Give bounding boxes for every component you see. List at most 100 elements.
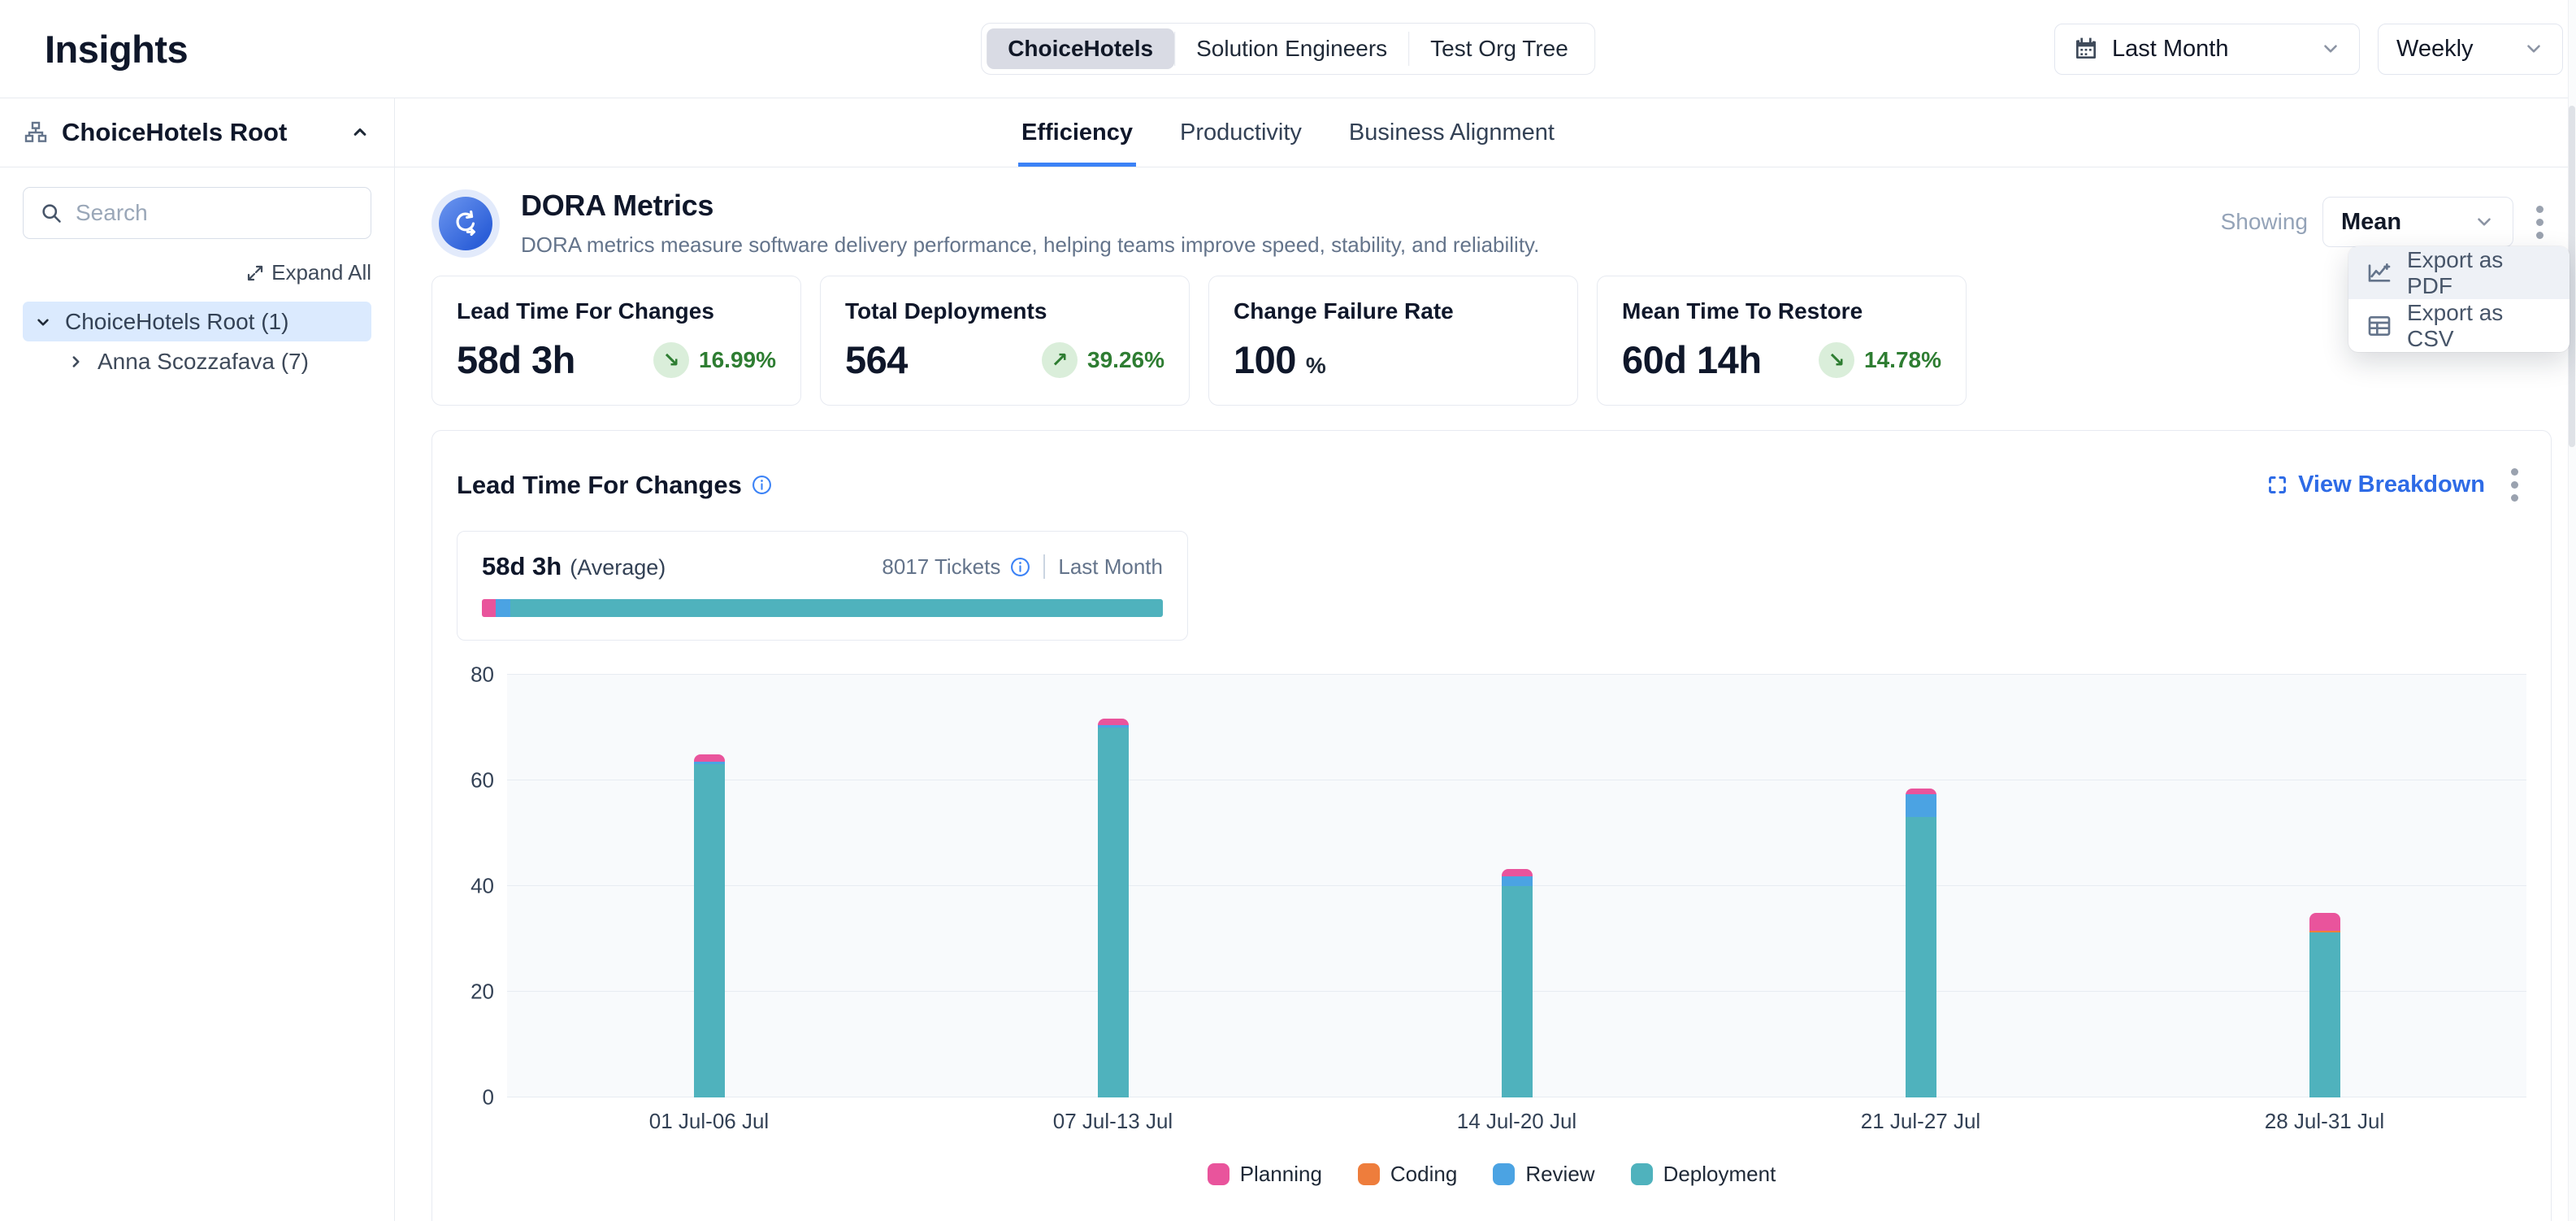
tree-row-choicehotels-root[interactable]: ChoiceHotels Root (1): [23, 302, 371, 341]
y-axis-label: 0: [483, 1085, 494, 1110]
legend-item-coding[interactable]: Coding: [1358, 1162, 1457, 1187]
x-axis-label: 07 Jul-13 Jul: [911, 1109, 1315, 1134]
bar-segment-deployment: [1098, 728, 1129, 1097]
legend-swatch: [1493, 1163, 1515, 1185]
x-axis-label: 14 Jul-20 Jul: [1315, 1109, 1719, 1134]
chevron-right-icon[interactable]: [65, 351, 86, 372]
metric-title: Lead Time For Changes: [457, 298, 776, 324]
metric-value: 58d 3h: [457, 337, 575, 382]
menu-item-export-pdf[interactable]: Export as PDF: [2348, 246, 2569, 299]
insights-page: Insights ChoiceHotels Solution Engineers…: [0, 0, 2576, 1221]
trend-value: 39.26%: [1087, 347, 1164, 373]
table-icon: [2366, 313, 2392, 339]
calendar-icon: [2073, 36, 2099, 62]
stacked-bar-2[interactable]: [1098, 719, 1129, 1097]
trend-down-icon: ↘: [1819, 342, 1854, 378]
search-input[interactable]: [76, 200, 354, 226]
metric-title: Total Deployments: [845, 298, 1164, 324]
metric-card-lead-time: Lead Time For Changes 58d 3h ↘ 16.99%: [432, 276, 801, 406]
section-kebab-menu-button[interactable]: [2503, 460, 2526, 510]
summary-value: 58d 3h: [482, 552, 562, 581]
dora-kebab-menu-button[interactable]: [2528, 198, 2552, 247]
metric-value: 60d 14h: [1622, 337, 1762, 382]
y-axis-label: 20: [471, 980, 494, 1005]
org-tab-solution-engineers[interactable]: Solution Engineers: [1175, 28, 1408, 69]
legend-item-deployment[interactable]: Deployment: [1631, 1162, 1776, 1187]
tab-productivity[interactable]: Productivity: [1177, 105, 1305, 167]
metric-title: Change Failure Rate: [1234, 298, 1553, 324]
x-axis-label: 01 Jul-06 Jul: [507, 1109, 911, 1134]
info-icon[interactable]: [1010, 557, 1030, 577]
scrollbar-thumb[interactable]: [2569, 106, 2575, 447]
aggregation-select[interactable]: Mean: [2322, 197, 2513, 247]
lead-time-section: Lead Time For Changes View Breakdown: [432, 430, 2552, 1221]
bar-segment-planning: [694, 754, 725, 763]
scrollbar[interactable]: [2568, 0, 2576, 1221]
date-range-value: Last Month: [2112, 36, 2228, 63]
trend-value: 14.78%: [1864, 347, 1941, 373]
expand-arrows-icon: [245, 263, 265, 283]
legend-item-planning[interactable]: Planning: [1208, 1162, 1322, 1187]
distribution-segment-planning: [482, 599, 496, 617]
dora-title: DORA Metrics: [521, 189, 1539, 223]
bar-segment-review: [1502, 876, 1533, 886]
org-tab-test-org-tree[interactable]: Test Org Tree: [1409, 28, 1589, 69]
page-title: Insights: [45, 27, 188, 72]
sidebar-header: ChoiceHotels Root: [0, 98, 394, 167]
stacked-bar-5[interactable]: [2309, 913, 2340, 1098]
tab-efficiency[interactable]: Efficiency: [1018, 105, 1136, 167]
chevron-down-icon: [2320, 38, 2341, 59]
trend-badge: ↘ 14.78%: [1819, 342, 1941, 378]
trend-up-icon: ↗: [1042, 342, 1078, 378]
metric-value: 100: [1234, 337, 1296, 382]
trend-value: 16.99%: [699, 347, 776, 373]
metric-title: Mean Time To Restore: [1622, 298, 1941, 324]
legend-swatch: [1631, 1163, 1653, 1185]
org-tab-label: Test Org Tree: [1430, 36, 1568, 62]
org-tab-label: ChoiceHotels: [1008, 36, 1153, 62]
stacked-bar-4[interactable]: [1906, 789, 1936, 1097]
view-breakdown-button[interactable]: View Breakdown: [2266, 471, 2485, 498]
org-tree-sidebar: ChoiceHotels Root Expand A: [0, 98, 395, 1221]
chart-legend: Planning Coding Review Deployment: [457, 1162, 2526, 1187]
trend-down-icon: ↘: [653, 342, 689, 378]
trend-badge: ↗ 39.26%: [1042, 342, 1164, 378]
tree-row-label: ChoiceHotels Root (1): [65, 309, 288, 335]
collapse-chevron-up-icon[interactable]: [349, 121, 371, 144]
dora-description: DORA metrics measure software delivery p…: [521, 232, 1539, 258]
granularity-select[interactable]: Weekly: [2378, 24, 2563, 75]
chart-x-axis: 01 Jul-06 Jul07 Jul-13 Jul14 Jul-20 Jul2…: [507, 1109, 2526, 1134]
tree-row-anna-scozzafava[interactable]: Anna Scozzafava (7): [55, 341, 371, 381]
chart-export-icon: [2366, 260, 2392, 286]
legend-label: Deployment: [1663, 1162, 1776, 1187]
legend-item-review[interactable]: Review: [1493, 1162, 1594, 1187]
metric-value: 564: [845, 337, 908, 382]
date-range-select[interactable]: Last Month: [2054, 24, 2360, 75]
metric-card-total-deployments: Total Deployments 564 ↗ 39.26%: [820, 276, 1190, 406]
expand-all-button[interactable]: Expand All: [245, 260, 371, 285]
legend-label: Planning: [1240, 1162, 1322, 1187]
distribution-segment-review: [496, 599, 510, 617]
tree-row-label: Anna Scozzafava (7): [98, 349, 309, 375]
showing-label: Showing: [2221, 209, 2308, 235]
chevron-down-icon: [2474, 211, 2495, 232]
granularity-value: Weekly: [2396, 36, 2474, 63]
y-axis-label: 60: [471, 768, 494, 793]
y-axis-label: 40: [471, 874, 494, 899]
org-tree-icon: [23, 119, 49, 146]
expand-corners-icon: [2266, 474, 2288, 496]
org-tab-choicehotels[interactable]: ChoiceHotels: [987, 28, 1174, 69]
top-bar: Insights ChoiceHotels Solution Engineers…: [0, 0, 2576, 98]
org-segmented-control: ChoiceHotels Solution Engineers Test Org…: [981, 23, 1595, 75]
tab-business-alignment[interactable]: Business Alignment: [1346, 105, 1558, 167]
menu-item-label: Export as CSV: [2407, 300, 2552, 352]
menu-item-export-csv[interactable]: Export as CSV: [2348, 299, 2569, 352]
org-tree: ChoiceHotels Root (1) Anna Scozzafava (7…: [23, 302, 371, 381]
chevron-down-icon[interactable]: [33, 311, 54, 332]
stacked-bar-3[interactable]: [1502, 869, 1533, 1097]
search-box: [23, 187, 371, 239]
stacked-bar-1[interactable]: [694, 754, 725, 1098]
bar-segment-deployment: [2309, 932, 2340, 1097]
chevron-down-icon: [2523, 38, 2544, 59]
info-icon[interactable]: [752, 475, 772, 495]
